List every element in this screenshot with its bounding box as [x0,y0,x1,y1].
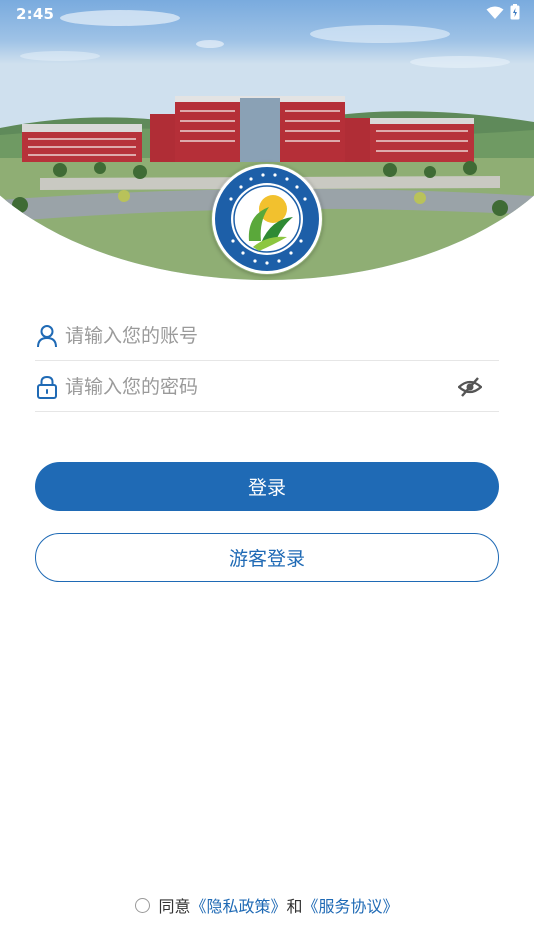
status-bar: 2:45 [0,0,534,28]
password-field [35,362,499,412]
agree-prefix: 同意 [158,897,191,916]
wifi-icon [486,5,504,24]
status-icons [486,4,520,24]
guest-login-button[interactable]: 游客登录 [35,533,499,582]
agreement-row: 同意 《隐私政策》 和 《服务协议》 [0,893,534,917]
agree-radio[interactable] [135,897,151,913]
lock-icon [36,375,58,399]
battery-icon [510,4,520,24]
username-input[interactable] [65,324,499,347]
user-icon [36,324,58,348]
login-screen: 2:45 请输入您的账号 登录 游客登录 同意 《隐私政策》 和 《服务协议》 [0,0,534,950]
password-input[interactable] [65,375,455,398]
agree-conjunction: 和 [286,897,303,916]
college-logo [211,163,323,275]
eye-off-icon[interactable] [455,372,485,402]
privacy-policy-link[interactable]: 《隐私政策》 [190,893,286,917]
username-field [35,311,499,361]
status-time: 2:45 [16,5,55,23]
service-agreement-link[interactable]: 《服务协议》 [303,893,399,917]
login-button[interactable]: 登录 [35,462,499,511]
